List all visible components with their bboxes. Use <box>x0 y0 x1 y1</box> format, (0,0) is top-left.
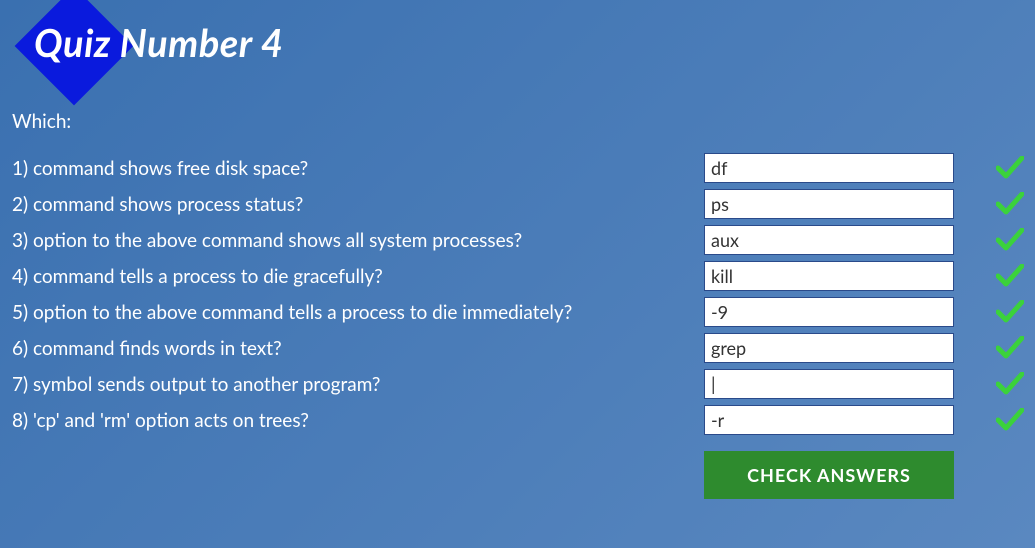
question-label: 4) command tells a process to die gracef… <box>12 265 704 288</box>
answer-input[interactable] <box>704 225 954 255</box>
checkmark-icon <box>996 192 1024 216</box>
answer-input[interactable] <box>704 297 954 327</box>
check-answers-button[interactable]: CHECK ANSWERS <box>704 451 954 499</box>
answer-input[interactable] <box>704 153 954 183</box>
result-mark <box>954 408 1034 432</box>
question-label: 2) command shows process status? <box>12 193 704 216</box>
result-mark <box>954 192 1034 216</box>
question-row: 6) command finds words in text? <box>12 333 1023 363</box>
question-row: 5) option to the above command tells a p… <box>12 297 1023 327</box>
question-row: 3) option to the above command shows all… <box>12 225 1023 255</box>
question-label: 1) command shows free disk space? <box>12 157 704 180</box>
result-mark <box>954 264 1034 288</box>
question-row: 8) 'cp' and 'rm' option acts on trees? <box>12 405 1023 435</box>
checkmark-icon <box>996 156 1024 180</box>
question-row: 1) command shows free disk space? <box>12 153 1023 183</box>
result-mark <box>954 372 1034 396</box>
result-mark <box>954 336 1034 360</box>
answer-input[interactable] <box>704 261 954 291</box>
button-row: CHECK ANSWERS <box>12 451 1023 499</box>
page-title: Quiz Number 4 <box>34 20 283 66</box>
checkmark-icon <box>996 228 1024 252</box>
checkmark-icon <box>996 336 1024 360</box>
question-label: 8) 'cp' and 'rm' option acts on trees? <box>12 409 704 432</box>
checkmark-icon <box>996 408 1024 432</box>
question-row: 7) symbol sends output to another progra… <box>12 369 1023 399</box>
question-row: 4) command tells a process to die gracef… <box>12 261 1023 291</box>
question-rows: 1) command shows free disk space? 2) com… <box>12 153 1023 435</box>
result-mark <box>954 228 1034 252</box>
spacer <box>12 451 704 499</box>
checkmark-icon <box>996 264 1024 288</box>
header: Quiz Number 4 <box>0 0 1035 110</box>
prompt-label: Which: <box>12 110 1023 133</box>
answer-input[interactable] <box>704 189 954 219</box>
result-mark <box>954 156 1034 180</box>
question-label: 7) symbol sends output to another progra… <box>12 373 704 396</box>
quiz-content: Which: 1) command shows free disk space?… <box>0 110 1035 499</box>
question-label: 3) option to the above command shows all… <box>12 229 704 252</box>
question-row: 2) command shows process status? <box>12 189 1023 219</box>
question-label: 5) option to the above command tells a p… <box>12 301 704 324</box>
checkmark-icon <box>996 300 1024 324</box>
result-mark <box>954 300 1034 324</box>
checkmark-icon <box>996 372 1024 396</box>
answer-input[interactable] <box>704 369 954 399</box>
answer-input[interactable] <box>704 405 954 435</box>
question-label: 6) command finds words in text? <box>12 337 704 360</box>
answer-input[interactable] <box>704 333 954 363</box>
